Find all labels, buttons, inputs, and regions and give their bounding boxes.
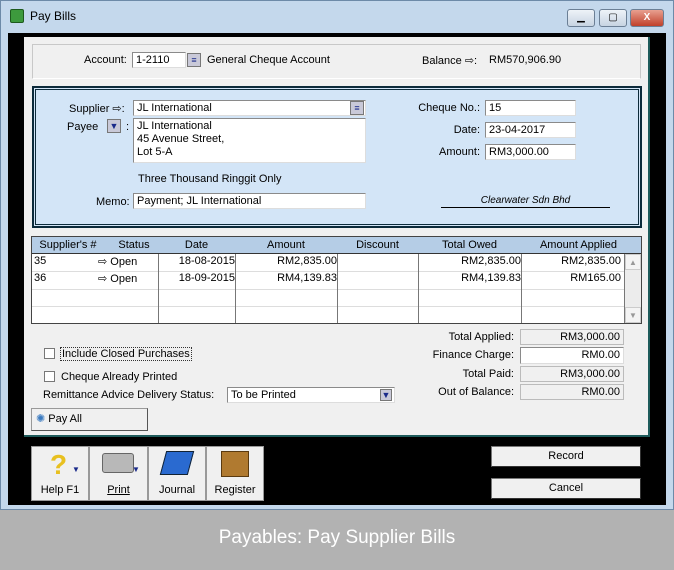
window-title: Pay Bills (30, 9, 77, 23)
payee-address-field[interactable]: JL International 45 Avenue Street, Lot 5… (133, 118, 366, 163)
signature: Clearwater Sdn Bhd (441, 195, 610, 208)
table-header: Supplier's # Status Date Amount Discount… (32, 237, 641, 254)
arrow-icon[interactable]: ⇨ (98, 273, 107, 285)
include-closed-label[interactable]: Include Closed Purchases (60, 347, 192, 361)
journal-label: Journal (158, 484, 196, 496)
cell-amount-applied[interactable]: RM165.00 (570, 272, 621, 284)
cell-supplier-no: 36 (34, 272, 47, 284)
journal-button[interactable]: Journal (148, 446, 206, 501)
scroll-down-icon[interactable]: ▼ (625, 307, 641, 323)
arrow-icon[interactable]: ⇨ (465, 55, 474, 67)
cell-amount-applied[interactable]: RM2,835.00 (561, 255, 621, 267)
gear-icon: ✺ (36, 413, 46, 425)
col-header-amount-applied[interactable]: Amount Applied (521, 239, 636, 251)
amount-field[interactable]: RM3,000.00 (485, 144, 576, 160)
print-label: Print (107, 484, 130, 496)
register-button[interactable]: Register (206, 446, 264, 501)
balance-label: Balance ⇨: (422, 55, 478, 67)
include-closed-checkbox[interactable] (44, 348, 55, 359)
print-button[interactable]: ▼ Print (89, 446, 148, 501)
memo-label: Memo: (96, 196, 130, 208)
col-header-supplier-no[interactable]: Supplier's # (32, 239, 104, 251)
cheque-no-label: Cheque No.: (418, 102, 480, 114)
cell-total-owed: RM4,139.83 (461, 272, 521, 284)
col-header-amount[interactable]: Amount (235, 239, 337, 251)
table-scrollbar[interactable]: ▲ ▼ (625, 254, 641, 323)
table-row[interactable]: 36 ⇨ Open 18-09-2015 RM4,139.83 RM4,139.… (34, 272, 624, 288)
cell-total-owed: RM2,835.00 (461, 255, 521, 267)
account-list-icon[interactable]: ≡ (187, 53, 201, 67)
out-of-balance-value: RM0.00 (520, 384, 624, 400)
supplier-list-icon[interactable]: ≡ (350, 101, 364, 115)
journal-icon (159, 451, 195, 475)
help-button[interactable]: ? ▼ Help F1 (31, 446, 89, 501)
app-icon (10, 9, 24, 23)
cancel-button[interactable]: Cancel (491, 478, 641, 499)
cell-status: Open (110, 273, 138, 285)
remittance-select[interactable]: To be Printed (227, 387, 395, 403)
minimize-button[interactable]: ▁ (567, 9, 595, 27)
col-header-date[interactable]: Date (158, 239, 235, 251)
col-header-status[interactable]: Status (110, 239, 158, 251)
finance-charge-label: Finance Charge: (432, 349, 514, 361)
already-printed-label[interactable]: Cheque Already Printed (61, 371, 177, 383)
cell-date: 18-09-2015 (178, 272, 235, 284)
register-icon (221, 451, 249, 477)
balance-value: RM570,906.90 (489, 54, 562, 66)
pay-all-label: Pay All (48, 413, 82, 425)
colon: : (126, 121, 130, 133)
arrow-icon[interactable]: ⇨ (112, 103, 121, 115)
printer-icon (102, 453, 134, 473)
total-applied-value: RM3,000.00 (520, 329, 624, 345)
payee-line: 45 Avenue Street, (137, 133, 225, 145)
cell-amount: RM4,139.83 (277, 272, 337, 284)
supplier-field[interactable]: JL International (133, 100, 366, 116)
account-code-field[interactable]: 1-2110 (132, 52, 186, 68)
chevron-down-icon[interactable]: ▼ (380, 389, 392, 401)
maximize-button[interactable]: ▢ (599, 9, 627, 27)
cell-amount: RM2,835.00 (277, 255, 337, 267)
amount-label: Amount: (439, 146, 480, 158)
account-name: General Cheque Account (207, 54, 330, 66)
total-paid-value: RM3,000.00 (520, 366, 624, 382)
cell-date: 18-08-2015 (178, 255, 235, 267)
date-field[interactable]: 23-04-2017 (485, 122, 576, 138)
date-label: Date: (453, 124, 480, 136)
record-button[interactable]: Record (491, 446, 641, 467)
remittance-value: To be Printed (231, 389, 296, 401)
payee-line: Lot 5-A (137, 146, 173, 158)
payee-line: JL International (137, 120, 212, 132)
table-row[interactable]: 35 ⇨ Open 18-08-2015 RM2,835.00 RM2,835.… (34, 255, 624, 271)
cell-status: Open (110, 256, 138, 268)
account-label: Account: (84, 54, 127, 66)
bills-table: Supplier's # Status Date Amount Discount… (31, 236, 642, 324)
help-label: Help F1 (40, 484, 80, 496)
scroll-up-icon[interactable]: ▲ (625, 254, 641, 270)
amount-in-words: Three Thousand Ringgit Only (138, 173, 282, 185)
remittance-label: Remittance Advice Delivery Status: (43, 389, 215, 401)
col-header-total-owed[interactable]: Total Owed (418, 239, 521, 251)
memo-field[interactable]: Payment; JL International (133, 193, 366, 209)
finance-charge-field[interactable]: RM0.00 (520, 347, 624, 364)
help-icon: ? (50, 449, 68, 480)
total-applied-label: Total Applied: (448, 331, 514, 343)
chevron-down-icon: ▼ (72, 465, 80, 474)
close-button[interactable]: X (630, 9, 664, 27)
chevron-down-icon: ▼ (132, 465, 140, 474)
out-of-balance-label: Out of Balance: (438, 386, 514, 398)
already-printed-checkbox[interactable] (44, 371, 55, 382)
caption: Payables: Pay Supplier Bills (0, 510, 674, 570)
total-paid-label: Total Paid: (462, 368, 514, 380)
cell-supplier-no: 35 (34, 255, 47, 267)
arrow-icon[interactable]: ⇨ (98, 256, 107, 268)
col-header-discount[interactable]: Discount (337, 239, 418, 251)
register-label: Register (214, 484, 256, 496)
payee-dropdown-icon[interactable]: ▼ (107, 119, 121, 133)
pay-all-button[interactable]: ✺ Pay All (31, 408, 148, 431)
payee-label: Payee (67, 121, 99, 133)
cheque-no-field[interactable]: 15 (485, 100, 576, 116)
supplier-label: Supplier ⇨: (69, 103, 125, 115)
